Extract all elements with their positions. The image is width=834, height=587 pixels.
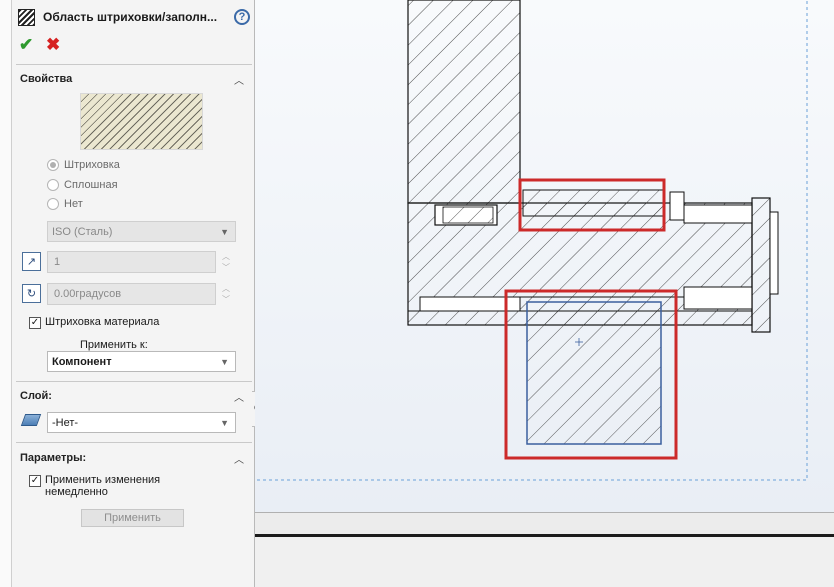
material-hatch-checkbox[interactable]: ✓ xyxy=(29,317,41,329)
radio-button[interactable] xyxy=(47,198,59,210)
apply-to-select-value: Компонент xyxy=(52,355,112,368)
layer-select-value: -Нет- xyxy=(52,416,79,429)
radio-none[interactable]: Нет xyxy=(47,198,83,210)
ok-button[interactable]: ✔ xyxy=(19,35,33,55)
chevron-up-icon[interactable]: ︿ xyxy=(234,72,244,87)
chevron-down-icon: ▼ xyxy=(220,227,229,237)
radio-label: Нет xyxy=(64,198,83,210)
hub-selected-region[interactable] xyxy=(526,301,662,445)
apply-to-label: Применить к: xyxy=(80,339,148,351)
radio-hatch[interactable]: Штриховка xyxy=(47,159,120,171)
cancel-button[interactable]: ✖ xyxy=(46,35,60,55)
chevron-up-icon[interactable]: ︿ xyxy=(234,389,244,404)
key-left[interactable] xyxy=(442,206,494,224)
parameters-section-heading[interactable]: Параметры: xyxy=(20,452,86,464)
apply-immediately-label-line1: Применить изменения xyxy=(45,474,161,486)
shaft-step[interactable] xyxy=(669,191,685,221)
apply-immediately-checkbox[interactable]: ✓ xyxy=(29,475,41,487)
drawing-view[interactable] xyxy=(255,0,834,512)
apply-immediately-label-line2: немедленно xyxy=(45,486,108,498)
chevron-down-icon: ▼ xyxy=(220,418,229,428)
property-manager-title: Область штриховки/заполн... xyxy=(43,10,218,24)
radio-label: Сплошная xyxy=(64,179,118,191)
scale-spinner[interactable]: ︿ ﹀ xyxy=(220,251,232,273)
property-manager: Область штриховки/заполн... ? ✔ ✖ Свойст… xyxy=(0,0,255,587)
pattern-select-value: ISO (Сталь) xyxy=(52,225,113,238)
hatch-pattern-preview xyxy=(80,93,203,150)
material-hatch-label: Штриховка материала xyxy=(45,316,160,328)
angle-icon: ↻ xyxy=(22,284,41,303)
layer-select[interactable]: -Нет- ▼ xyxy=(47,412,236,433)
radio-solid[interactable]: Сплошная xyxy=(47,179,118,191)
divider xyxy=(16,442,252,443)
material-hatch-checkbox-row[interactable]: ✓ Штриховка материала xyxy=(29,316,159,329)
chevron-up-icon[interactable]: ︿ xyxy=(234,451,244,466)
properties-section-heading[interactable]: Свойства xyxy=(20,73,72,85)
divider xyxy=(16,381,252,382)
plate-part[interactable] xyxy=(407,0,521,204)
apply-to-select[interactable]: Компонент ▼ xyxy=(47,351,236,372)
property-manager-body: Область штриховки/заполн... ? ✔ ✖ Свойст… xyxy=(13,0,254,587)
shaft-journal-lower[interactable] xyxy=(683,286,753,310)
layer-section-heading[interactable]: Слой: xyxy=(20,390,52,402)
scale-icon: ↗ xyxy=(22,252,41,271)
angle-spinner[interactable]: ︿ ﹀ xyxy=(220,283,232,305)
end-cap[interactable] xyxy=(751,197,771,333)
scale-input[interactable]: 1 xyxy=(47,251,216,273)
shaft-journal-upper[interactable] xyxy=(683,204,753,224)
radio-label: Штриховка xyxy=(64,159,120,171)
radio-button[interactable] xyxy=(47,159,59,171)
divider xyxy=(16,64,252,65)
angle-input[interactable]: 0.00градусов xyxy=(47,283,216,305)
bottom-separator xyxy=(255,534,834,537)
help-icon[interactable]: ? xyxy=(234,9,250,25)
pattern-select[interactable]: ISO (Сталь) ▼ xyxy=(47,221,236,242)
drawing-canvas[interactable] xyxy=(255,0,834,512)
keyway-upper[interactable] xyxy=(522,189,664,217)
sheet-tabs-bar xyxy=(255,512,834,534)
radio-button[interactable] xyxy=(47,179,59,191)
feature-tree-strip xyxy=(0,0,12,587)
apply-immediately-label: Применить изменения немедленно xyxy=(45,474,160,498)
hatch-fill-icon xyxy=(18,8,35,26)
chevron-down-icon: ▼ xyxy=(220,357,229,367)
apply-immediately-checkbox-row[interactable]: ✓ Применить изменения немедленно xyxy=(29,474,160,498)
end-cap-lip[interactable] xyxy=(769,211,779,295)
property-manager-header: Область штриховки/заполн... ? xyxy=(18,7,250,27)
apply-button[interactable]: Применить xyxy=(81,509,184,527)
layer-icon xyxy=(20,414,42,426)
bottom-bar xyxy=(255,512,834,587)
